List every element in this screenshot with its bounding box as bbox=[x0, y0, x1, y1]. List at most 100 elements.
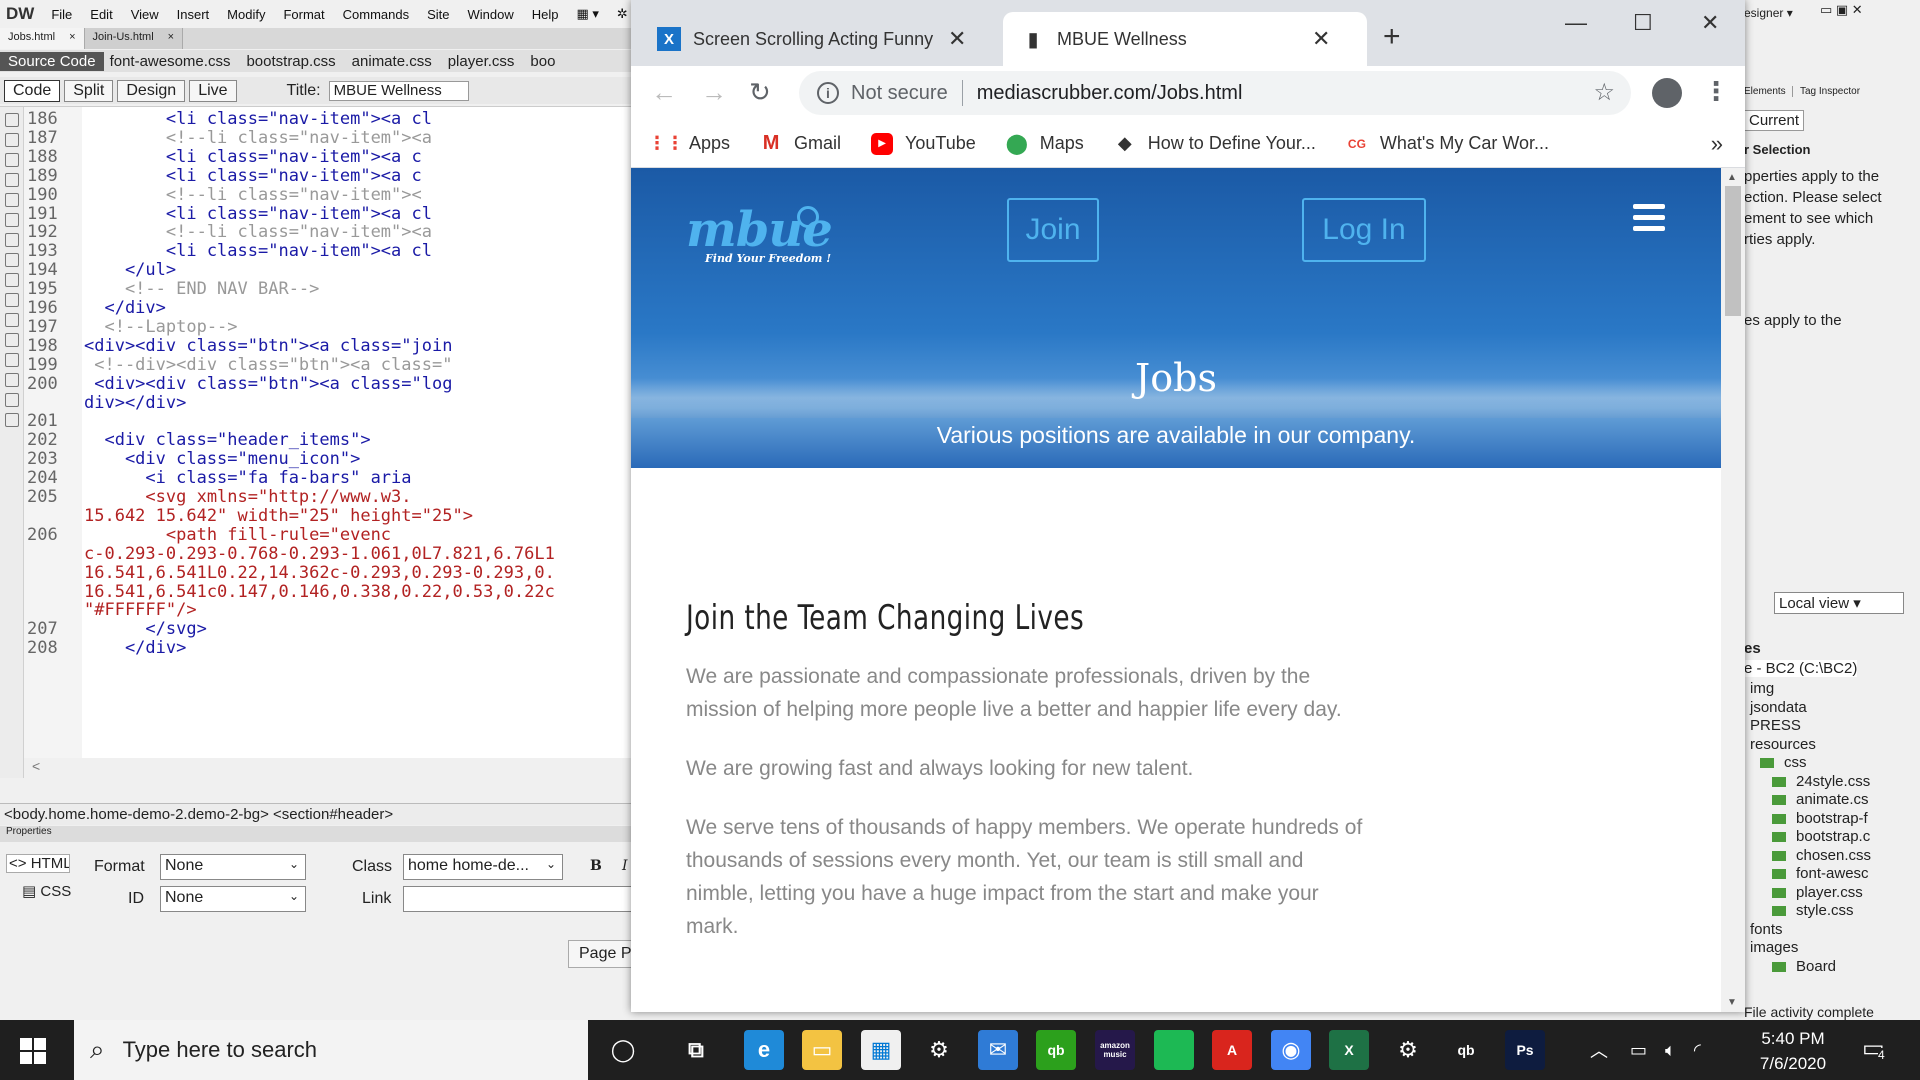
quickbooks-2-icon[interactable]: qb bbox=[1446, 1030, 1486, 1070]
file-tree-item[interactable]: chosen.css bbox=[1772, 847, 1871, 864]
horizontal-scrollbar[interactable]: < bbox=[24, 758, 640, 778]
file-tree-item[interactable]: Board bbox=[1772, 958, 1836, 975]
acrobat-icon[interactable]: A bbox=[1212, 1030, 1252, 1070]
id-select[interactable]: None ⌄ bbox=[160, 886, 306, 912]
volume-icon[interactable]: 🔈︎ bbox=[1665, 1040, 1676, 1061]
title-input[interactable]: MBUE Wellness bbox=[328, 80, 469, 101]
html-mode-button[interactable]: <> HTML bbox=[6, 854, 70, 873]
file-tree-item[interactable]: bootstrap.c bbox=[1772, 828, 1870, 845]
settings-gear-icon[interactable]: ⚙ bbox=[1388, 1030, 1428, 1070]
bookmark-gmail[interactable]: M Gmail bbox=[760, 132, 841, 155]
dw-menu-help[interactable]: Help bbox=[523, 7, 568, 22]
doc-tab-jobs[interactable]: Jobs.html × bbox=[0, 28, 85, 49]
close-window-button[interactable]: ✕ bbox=[1701, 10, 1719, 36]
join-button[interactable]: Join bbox=[1007, 198, 1099, 262]
mail-icon[interactable]: ✉ bbox=[978, 1030, 1018, 1070]
code-editor[interactable]: 186 187 188 189 190 191 192 193 194 195 196 197 198 1… bbox=[0, 106, 640, 778]
collapse-icon[interactable] bbox=[5, 133, 19, 147]
file-tree-item[interactable]: resources bbox=[1750, 736, 1816, 753]
notification-center-icon[interactable]: ▭ 4 bbox=[1862, 1034, 1892, 1064]
task-view-icon[interactable]: ⧉ bbox=[676, 1030, 716, 1070]
recent-snippets-icon[interactable] bbox=[5, 333, 19, 347]
wifi-icon[interactable]: ◜ bbox=[1694, 1040, 1701, 1061]
close-icon[interactable]: × bbox=[168, 31, 174, 43]
taskbar-clock[interactable]: 5:40 PM 7/6/2020 bbox=[1748, 1026, 1838, 1076]
battery-icon[interactable]: ▭ bbox=[1630, 1040, 1647, 1061]
excel-icon[interactable]: X bbox=[1329, 1030, 1369, 1070]
photoshop-icon[interactable]: Ps bbox=[1505, 1030, 1545, 1070]
dw-menu-format[interactable]: Format bbox=[274, 7, 333, 22]
dw-menu-insert[interactable]: Insert bbox=[168, 7, 219, 22]
bookmark-maps[interactable]: ⬤ Maps bbox=[1006, 133, 1084, 155]
maximize-button[interactable]: ☐ bbox=[1633, 10, 1653, 36]
file-tree-item[interactable]: player.css bbox=[1772, 884, 1863, 901]
live-view-button[interactable]: Live bbox=[189, 79, 237, 102]
file-tree-item[interactable]: style.css bbox=[1772, 902, 1854, 919]
link-input[interactable] bbox=[403, 886, 640, 912]
tab-mbue-wellness[interactable]: ▮ MBUE Wellness ✕ bbox=[1003, 12, 1367, 66]
syntax-icon[interactable] bbox=[5, 253, 19, 267]
css-mode-button[interactable]: ▤ CSS bbox=[22, 882, 71, 900]
indent-icon[interactable] bbox=[5, 373, 19, 387]
dw-menu-edit[interactable]: Edit bbox=[81, 7, 121, 22]
new-tab-button[interactable]: + bbox=[1383, 20, 1401, 54]
file-tree-item[interactable]: animate.cs bbox=[1772, 791, 1869, 808]
dw-menu-commands[interactable]: Commands bbox=[334, 7, 418, 22]
chrome-icon[interactable]: ◉ bbox=[1271, 1030, 1311, 1070]
layout-icon[interactable]: ▦ ▾ bbox=[568, 6, 608, 22]
hamburger-menu-icon[interactable] bbox=[1633, 204, 1665, 232]
file-explorer-icon[interactable]: ▭ bbox=[802, 1030, 842, 1070]
show-hidden-icons[interactable]: ︿ bbox=[1590, 1037, 1608, 1063]
source-code-button[interactable]: Source Code bbox=[0, 51, 104, 71]
address-bar[interactable]: i Not secure mediascrubber.com/Jobs.html… bbox=[799, 71, 1631, 115]
bold-button[interactable]: B bbox=[590, 858, 602, 874]
taskbar-search[interactable]: ⌕ Type here to search bbox=[74, 1020, 588, 1080]
tag-inspector-tab[interactable]: Tag Inspector bbox=[1800, 86, 1860, 97]
file-tree-item[interactable]: css bbox=[1760, 754, 1807, 771]
file-tree-item[interactable]: bootstrap-f bbox=[1772, 810, 1868, 827]
not-secure-label[interactable]: Not secure bbox=[851, 82, 948, 105]
related-file[interactable]: font-awesome.css bbox=[110, 53, 231, 70]
forward-icon[interactable]: → bbox=[701, 77, 727, 108]
select-parent-icon[interactable] bbox=[5, 173, 19, 187]
related-file[interactable]: bootstrap.css bbox=[246, 53, 335, 70]
back-icon[interactable]: ← bbox=[651, 77, 677, 108]
profile-icon[interactable] bbox=[1652, 78, 1682, 108]
outdent-icon[interactable] bbox=[5, 393, 19, 407]
url-text[interactable]: mediascrubber.com/Jobs.html bbox=[977, 82, 1243, 105]
tab-screen-scrolling[interactable]: X Screen Scrolling Acting Funny | E ✕ bbox=[639, 12, 1007, 66]
file-tree-item[interactable]: fonts bbox=[1750, 921, 1783, 938]
open-documents-icon[interactable] bbox=[5, 113, 19, 127]
amazon-music-icon[interactable]: amazon music bbox=[1095, 1030, 1135, 1070]
more-bookmarks-button[interactable]: » bbox=[1711, 131, 1723, 157]
menu-dots-icon[interactable]: ⋮ bbox=[1703, 76, 1729, 107]
bookmark-apps[interactable]: ⋮⋮ Apps bbox=[648, 133, 730, 155]
code-view-button[interactable]: Code bbox=[4, 79, 61, 102]
close-icon[interactable]: ✕ bbox=[948, 26, 966, 52]
scroll-thumb[interactable] bbox=[1725, 186, 1741, 316]
dw-menu-file[interactable]: File bbox=[42, 7, 81, 22]
spotify-icon[interactable] bbox=[1154, 1030, 1194, 1070]
close-icon[interactable]: × bbox=[69, 31, 75, 43]
file-tree-item[interactable]: font-awesc bbox=[1772, 865, 1869, 882]
expand-icon[interactable] bbox=[5, 153, 19, 167]
format-select[interactable]: None ⌄ bbox=[160, 854, 306, 880]
current-mode-button[interactable]: Current bbox=[1744, 110, 1805, 131]
login-button[interactable]: Log In bbox=[1302, 198, 1426, 262]
edge-icon[interactable]: e bbox=[744, 1030, 784, 1070]
format-source-icon[interactable] bbox=[5, 413, 19, 427]
dw-menu-view[interactable]: View bbox=[122, 7, 168, 22]
bookmark-youtube[interactable]: ▶ YouTube bbox=[871, 132, 976, 155]
dw-menu-modify[interactable]: Modify bbox=[218, 7, 274, 22]
wrap-tag-icon[interactable] bbox=[5, 313, 19, 327]
local-view-select[interactable]: Local view ▾ bbox=[1774, 592, 1904, 614]
info-icon[interactable]: i bbox=[817, 82, 839, 104]
close-icon[interactable]: ✕ bbox=[1312, 26, 1330, 52]
tag-selector[interactable]: <body.home.home-demo-2.demo-2-bg> <secti… bbox=[0, 803, 640, 825]
related-file[interactable]: boo bbox=[530, 53, 555, 70]
dw-menu-window[interactable]: Window bbox=[459, 7, 523, 22]
store-icon[interactable]: ▦ bbox=[861, 1030, 901, 1070]
class-select[interactable]: home home-de... ⌄ bbox=[403, 854, 563, 880]
dw-menu-site[interactable]: Site bbox=[418, 7, 458, 22]
site-root[interactable]: e - BC2 (C:\BC2) bbox=[1744, 660, 1858, 677]
